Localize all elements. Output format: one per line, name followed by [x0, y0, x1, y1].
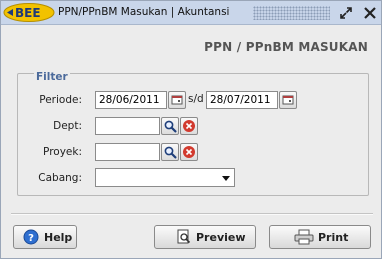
clear-icon [183, 120, 195, 132]
dept-clear-button[interactable] [180, 117, 198, 135]
cabang-label: Cabang: [38, 172, 82, 184]
help-button[interactable]: ? Help [13, 225, 77, 249]
clear-icon [183, 146, 195, 158]
search-icon [164, 120, 177, 133]
proyek-clear-button[interactable] [180, 143, 198, 161]
calendar-icon [171, 95, 183, 105]
preview-button[interactable]: Preview [154, 225, 256, 249]
print-label: Print [318, 231, 349, 244]
filter-legend: Filter [34, 71, 70, 83]
divider [11, 213, 373, 215]
proyek-label: Proyek: [43, 146, 82, 158]
dept-label: Dept: [53, 120, 82, 132]
periode-separator: s/d [188, 93, 204, 105]
cabang-select[interactable] [95, 168, 235, 187]
proyek-field[interactable] [95, 143, 160, 161]
window-title: PPN/PPnBM Masukan | Akuntansi [58, 6, 230, 18]
preview-label: Preview [196, 231, 246, 244]
periode-to-field[interactable]: 28/07/2011 [206, 91, 278, 109]
preview-icon [177, 229, 191, 244]
print-button[interactable]: Print [269, 225, 371, 249]
periode-label: Periode: [39, 94, 82, 106]
title-bar-grip[interactable] [253, 6, 330, 20]
periode-from-calendar-button[interactable] [168, 91, 186, 109]
proyek-search-button[interactable] [161, 143, 179, 161]
page-title: PPN / PPnBM MASUKAN [204, 40, 368, 54]
search-icon [164, 146, 177, 159]
help-icon: ? [23, 229, 39, 245]
periode-to-calendar-button[interactable] [279, 91, 297, 109]
logo-text: BEE [15, 6, 41, 20]
chevron-down-icon [222, 176, 230, 181]
bee-logo: BEE [3, 3, 55, 22]
close-icon[interactable] [361, 4, 379, 22]
svg-text:?: ? [28, 233, 34, 244]
app-window: BEE PPN/PPnBM Masukan | Akuntansi PPN / … [0, 0, 382, 259]
restore-icon[interactable] [337, 4, 355, 22]
dept-field[interactable] [95, 117, 160, 135]
printer-icon [294, 229, 314, 245]
help-label: Help [44, 231, 73, 244]
periode-from-field[interactable]: 28/06/2011 [95, 91, 167, 109]
calendar-icon [282, 95, 294, 105]
title-bar: BEE PPN/PPnBM Masukan | Akuntansi [1, 1, 381, 25]
dept-search-button[interactable] [161, 117, 179, 135]
